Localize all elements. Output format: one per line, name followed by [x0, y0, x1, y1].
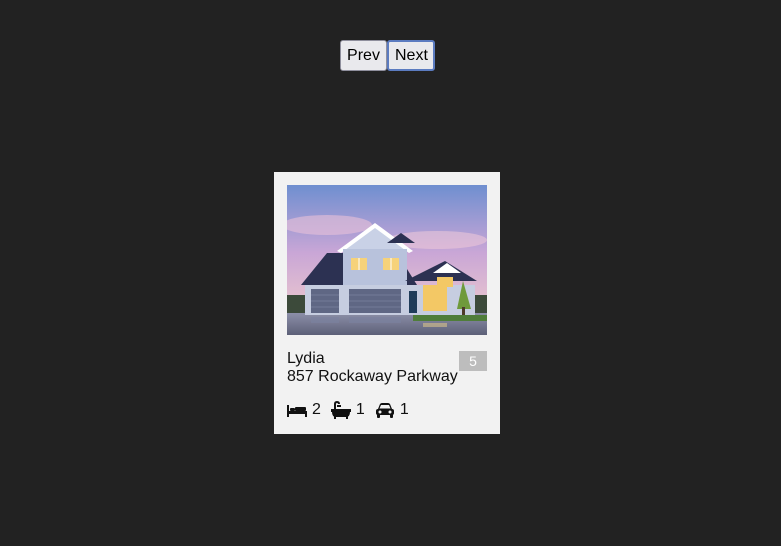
listing-name: Lydia [287, 350, 325, 367]
listing-address: 857 Rockaway Parkway [287, 368, 458, 385]
bed-icon [287, 401, 307, 419]
prev-button[interactable]: Prev [340, 40, 387, 71]
listing-badge: 5 [459, 351, 487, 371]
feature-bedrooms: 2 [287, 401, 321, 419]
bedrooms-count: 2 [312, 401, 321, 418]
bathtub-icon [330, 401, 351, 419]
house-photo [287, 185, 487, 335]
feature-bathrooms: 1 [330, 401, 365, 419]
pagination: Prev Next [340, 40, 435, 71]
next-button[interactable]: Next [387, 40, 435, 71]
feature-parking: 1 [375, 401, 409, 419]
bathrooms-count: 1 [355, 401, 365, 418]
car-icon [375, 401, 395, 419]
parking-count: 1 [399, 401, 409, 418]
listing-card[interactable]: Lydia 857 Rockaway Parkway 5 2 1 1 [274, 172, 500, 434]
listing-features: 2 1 1 [287, 401, 419, 419]
